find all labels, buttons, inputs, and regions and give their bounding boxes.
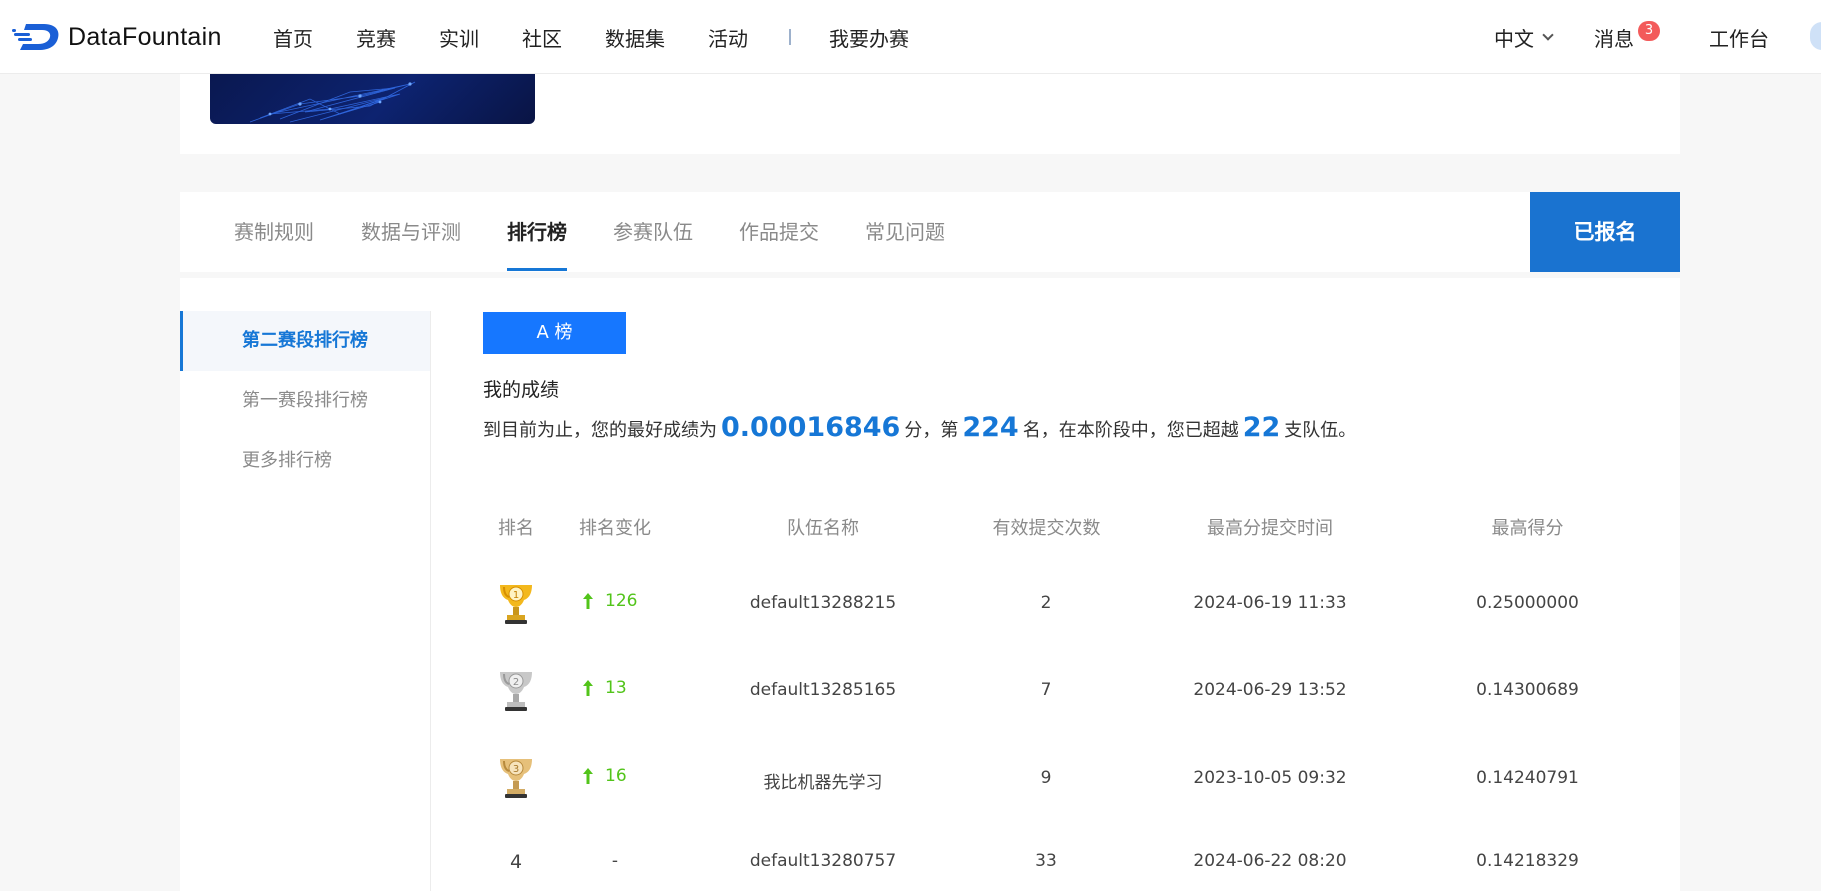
column-header-best-score: 最高得分 (1491, 518, 1564, 539)
best-score: 0.25000000 (1476, 593, 1579, 613)
tab-leaderboard[interactable]: 排行榜 (507, 192, 567, 272)
arrow-up-icon (583, 680, 593, 696)
column-header-rank-change: 排名变化 (579, 518, 651, 539)
submission-count: 33 (1035, 851, 1057, 871)
rank-number: 4 (509, 851, 523, 873)
avatar[interactable] (1810, 22, 1821, 50)
svg-text:1: 1 (513, 590, 519, 601)
nav-events[interactable]: 活动 (708, 23, 748, 52)
best-score: 0.14218329 (1476, 851, 1579, 871)
tab-submission[interactable]: 作品提交 (739, 192, 819, 272)
summary-suffix: 支队伍。 (1284, 420, 1357, 441)
team-name: default13288215 (749, 593, 897, 613)
nav-home[interactable]: 首页 (273, 23, 313, 52)
rank-change-none: - (611, 851, 619, 871)
best-score: 0.14240791 (1476, 768, 1579, 788)
team-name: default13285165 (749, 680, 897, 700)
messages-link[interactable]: 消息 3 (1594, 0, 1660, 74)
language-label: 中文 (1494, 26, 1534, 51)
arrow-up-icon (583, 593, 593, 609)
team-name: 我比机器先学习 (763, 773, 883, 793)
nav-community[interactable]: 社区 (522, 23, 562, 52)
board-a-button[interactable]: A 榜 (483, 312, 626, 354)
workbench-link[interactable]: 工作台 (1709, 0, 1769, 74)
competition-tab-bar: 赛制规则 数据与评测 排行榜 参赛队伍 作品提交 常见问题 (180, 192, 1680, 272)
column-header-team-name: 队伍名称 (787, 518, 859, 539)
tab-rules[interactable]: 赛制规则 (234, 192, 314, 272)
column-header-submissions: 有效提交次数 (992, 518, 1101, 539)
datafountain-logo[interactable]: DataFountain (12, 20, 222, 54)
datafountain-logo-icon (12, 24, 59, 50)
submission-count: 7 (1040, 680, 1052, 700)
tab-teams[interactable]: 参赛队伍 (613, 192, 693, 272)
sidebar-item-stage2-leaderboard[interactable]: 第二赛段排行榜 (180, 311, 430, 371)
best-score-time: 2023-10-05 09:32 (1193, 768, 1347, 788)
nav-host-competition[interactable]: 我要办赛 (829, 23, 909, 52)
my-score-summary: 到目前为止，您的最好成绩为 0.00016846 分，第 224 名，在本阶段中… (483, 412, 1356, 443)
silver-trophy-icon: 2 (500, 672, 532, 711)
active-tab-indicator (507, 268, 567, 271)
sidebar-item-more-leaderboards[interactable]: 更多排行榜 (180, 431, 430, 491)
nav-competitions[interactable]: 竞赛 (356, 23, 396, 52)
best-score-value: 0.00016846 (721, 412, 901, 443)
svg-text:2: 2 (513, 677, 519, 688)
registered-button[interactable]: 已报名 (1530, 192, 1680, 272)
nav-divider (789, 29, 791, 45)
best-score-time: 2024-06-22 08:20 (1193, 851, 1347, 871)
rank-change-up: 13 (583, 678, 627, 698)
leaderboard-sidebar: 第二赛段排行榜 第一赛段排行榜 更多排行榜 (180, 311, 431, 891)
main-nav: 首页 竞赛 实训 社区 数据集 活动 我要办赛 (273, 0, 952, 74)
nav-training[interactable]: 实训 (439, 23, 479, 52)
gold-trophy-icon: 1 (500, 585, 532, 624)
top-navigation-bar: DataFountain 首页 竞赛 实训 社区 数据集 活动 我要办赛 中文 … (0, 0, 1821, 74)
brand-name: DataFountain (68, 22, 222, 51)
sidebar-item-stage1-leaderboard[interactable]: 第一赛段排行榜 (180, 371, 430, 431)
best-score: 0.14300689 (1476, 680, 1579, 700)
messages-label: 消息 (1594, 26, 1634, 51)
best-score-time: 2024-06-19 11:33 (1193, 593, 1347, 613)
svg-text:3: 3 (513, 764, 519, 775)
workbench-label: 工作台 (1709, 26, 1769, 51)
best-score-time: 2024-06-29 13:52 (1193, 680, 1347, 700)
language-selector[interactable]: 中文 (1494, 0, 1554, 74)
summary-score-unit: 分，第 (904, 420, 959, 441)
column-header-rank: 排名 (498, 518, 534, 539)
bronze-trophy-icon: 3 (500, 759, 532, 798)
tab-data-evaluation[interactable]: 数据与评测 (361, 192, 461, 272)
summary-prefix: 到目前为止，您的最好成绩为 (483, 420, 717, 441)
rank-change-up: 16 (583, 766, 627, 786)
my-score-title: 我的成绩 (483, 379, 560, 401)
competition-banner-image (210, 74, 535, 124)
summary-rank-unit: 名，在本阶段中，您已超越 (1022, 420, 1239, 441)
nav-datasets[interactable]: 数据集 (605, 23, 665, 52)
network-graphic (249, 81, 416, 123)
rank-change-up: 126 (583, 591, 637, 611)
submission-count: 2 (1040, 593, 1052, 613)
chevron-down-icon (1542, 28, 1554, 41)
submission-count: 9 (1040, 768, 1052, 788)
tab-faq[interactable]: 常见问题 (865, 192, 945, 272)
team-name: default13280757 (749, 851, 897, 871)
arrow-up-icon (583, 768, 593, 784)
column-header-best-time: 最高分提交时间 (1207, 518, 1333, 539)
rank-value: 224 (962, 412, 1019, 443)
message-count-badge: 3 (1638, 21, 1660, 41)
beaten-teams-value: 22 (1242, 412, 1281, 443)
